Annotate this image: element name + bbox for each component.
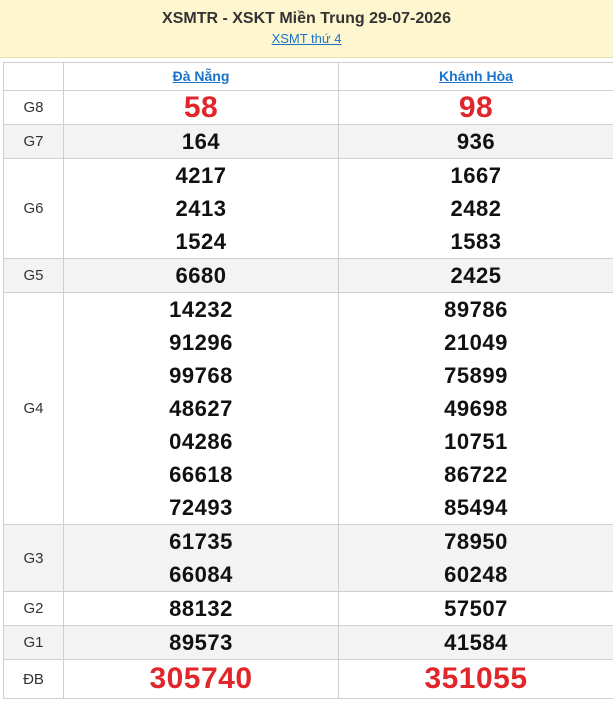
prize-label: G8: [3, 90, 64, 125]
province-header-2: Khánh Hòa: [338, 62, 613, 91]
prize-row-g6: G6 4217 2413 1524 1667 2482 1583: [3, 158, 613, 259]
prize-label: G6: [3, 158, 64, 259]
prize-number: 91296: [169, 330, 233, 355]
prize-label: ĐB: [3, 659, 64, 699]
prize-row-g1: G1 89573 41584: [3, 625, 613, 660]
prize-label: G7: [3, 124, 64, 159]
prize-label: G4: [3, 292, 64, 525]
prize-number: 89786: [444, 297, 508, 322]
prize-number: 14232: [169, 297, 233, 322]
prize-row-g4: G4 14232 91296 99768 48627 04286 66618 72493 897…: [3, 292, 613, 525]
prize-number: 1583: [450, 229, 502, 254]
prize-cell-da-nang: 58: [63, 90, 339, 125]
prize-cell-khanh-hoa: 89786 21049 75899 49698 10751 86722 85494: [338, 292, 613, 525]
xsmt-weekday-link[interactable]: XSMT thứ 4: [272, 31, 342, 46]
prize-number: 6680: [175, 263, 227, 288]
prize-number: 21049: [444, 330, 508, 355]
prize-number: 164: [181, 129, 221, 154]
prize-row-đb: ĐB 305740 351055: [3, 659, 613, 699]
prize-number: 2413: [175, 196, 227, 221]
prize-row-g2: G2 88132 57507: [3, 591, 613, 626]
corner-cell: [3, 62, 64, 91]
page-title: XSMTR - XSKT Miền Trung 29-07-2026: [162, 10, 451, 27]
prize-number: 66084: [169, 562, 233, 587]
prize-number: 10751: [444, 429, 508, 454]
province-link-khanh-hoa[interactable]: Khánh Hòa: [439, 68, 513, 84]
prize-number: 98: [458, 91, 494, 124]
page-header: XSMTR - XSKT Miền Trung 29-07-2026 XSMT …: [0, 0, 613, 58]
prize-number: 86722: [444, 462, 508, 487]
prize-row-g8: G8 58 98: [3, 90, 613, 125]
prize-label: G1: [3, 625, 64, 660]
prize-number: 60248: [444, 562, 508, 587]
prize-number: 89573: [169, 630, 233, 655]
prize-cell-da-nang: 14232 91296 99768 48627 04286 66618 72493: [63, 292, 339, 525]
prize-label: G5: [3, 258, 64, 293]
prize-cell-da-nang: 89573: [63, 625, 339, 660]
prize-number: 88132: [169, 596, 233, 621]
prize-cell-khanh-hoa: 57507: [338, 591, 613, 626]
prize-cell-da-nang: 88132: [63, 591, 339, 626]
prize-number: 99768: [169, 363, 233, 388]
prize-number: 04286: [169, 429, 233, 454]
prize-number: 58: [183, 91, 219, 124]
prize-rows: G8 58 98 G7 164 936 G6 4217 2413 1524 1667 2482 1583…: [3, 90, 613, 699]
prize-number: 41584: [444, 630, 508, 655]
prize-number: 78950: [444, 529, 508, 554]
prize-cell-khanh-hoa: 2425: [338, 258, 613, 293]
prize-number: 75899: [444, 363, 508, 388]
prize-number: 1524: [175, 229, 227, 254]
prize-number: 936: [456, 129, 496, 154]
prize-number: 66618: [169, 462, 233, 487]
prize-cell-da-nang: 305740: [63, 659, 339, 699]
prize-number: 72493: [169, 495, 233, 520]
prize-number: 305740: [149, 662, 253, 695]
prize-cell-khanh-hoa: 936: [338, 124, 613, 159]
province-link-da-nang[interactable]: Đà Nẵng: [173, 68, 230, 84]
prize-row-g7: G7 164 936: [3, 124, 613, 159]
prize-number: 1667: [450, 163, 502, 188]
prize-number: 351055: [424, 662, 528, 695]
prize-number: 2425: [450, 263, 502, 288]
prize-cell-khanh-hoa: 78950 60248: [338, 524, 613, 592]
province-header-row: Đà Nẵng Khánh Hòa: [3, 62, 613, 91]
prize-cell-khanh-hoa: 98: [338, 90, 613, 125]
province-header-1: Đà Nẵng: [63, 62, 339, 91]
prize-label: G3: [3, 524, 64, 592]
prize-number: 4217: [175, 163, 227, 188]
prize-cell-khanh-hoa: 1667 2482 1583: [338, 158, 613, 259]
prize-number: 61735: [169, 529, 233, 554]
prize-cell-da-nang: 6680: [63, 258, 339, 293]
prize-row-g3: G3 61735 66084 78950 60248: [3, 524, 613, 592]
prize-cell-khanh-hoa: 41584: [338, 625, 613, 660]
prize-label: G2: [3, 591, 64, 626]
prize-cell-khanh-hoa: 351055: [338, 659, 613, 699]
prize-cell-da-nang: 61735 66084: [63, 524, 339, 592]
prize-number: 48627: [169, 396, 233, 421]
prize-cell-da-nang: 4217 2413 1524: [63, 158, 339, 259]
prize-number: 57507: [444, 596, 508, 621]
prize-row-g5: G5 6680 2425: [3, 258, 613, 293]
prize-number: 49698: [444, 396, 508, 421]
prize-number: 2482: [450, 196, 502, 221]
lottery-results-table: Đà Nẵng Khánh Hòa G8 58 98 G7 164 936 G6 4217 24…: [3, 62, 613, 699]
prize-cell-da-nang: 164: [63, 124, 339, 159]
prize-number: 85494: [444, 495, 508, 520]
